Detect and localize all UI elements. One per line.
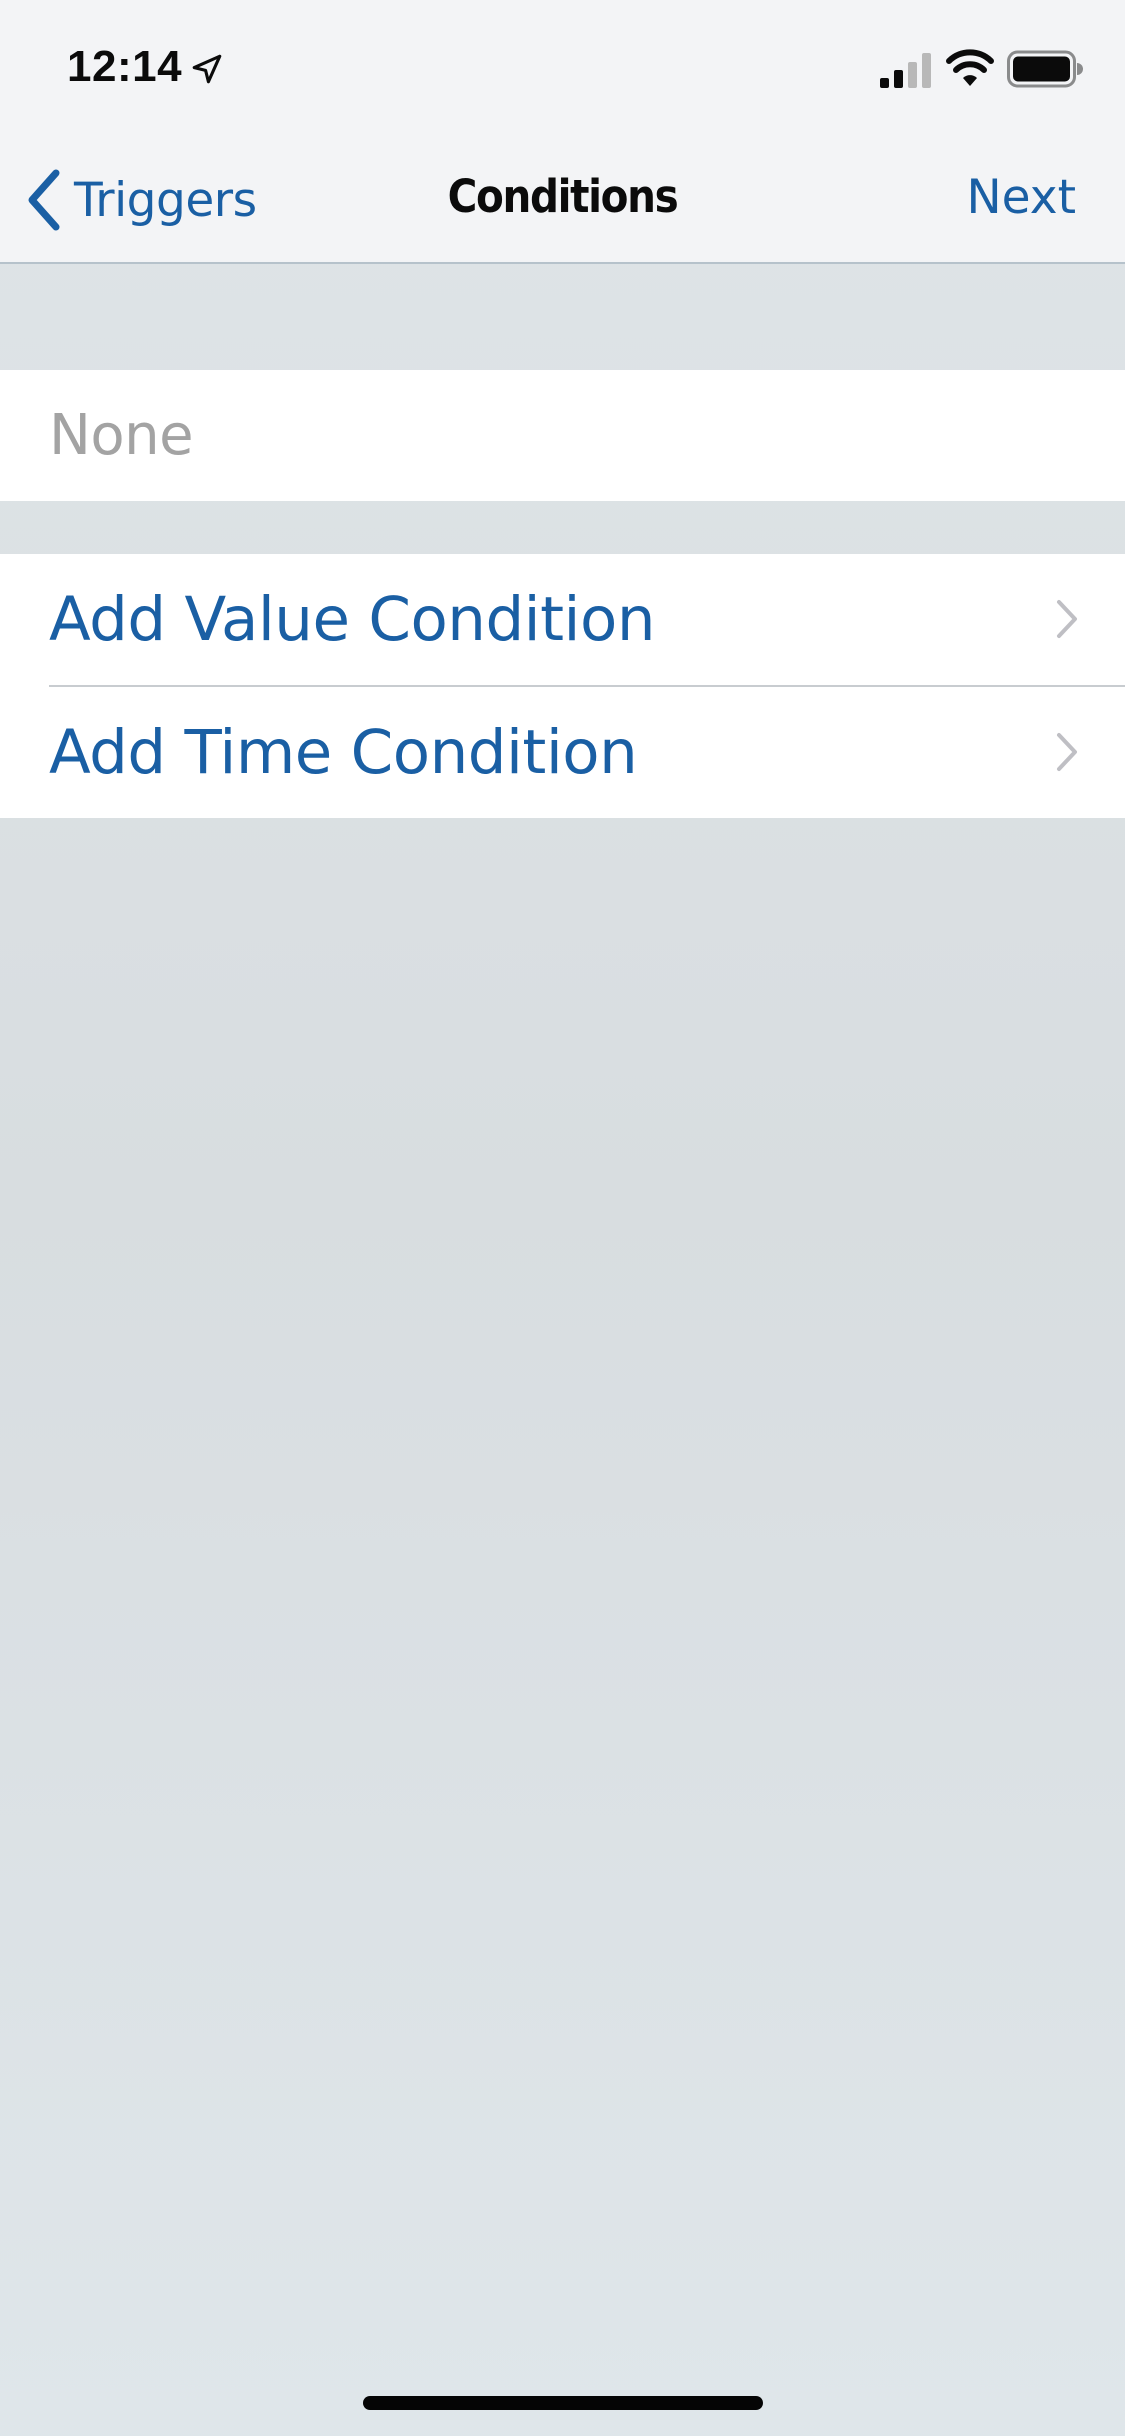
navigation-header: 12:14 Triggers Conditions Next bbox=[0, 0, 1125, 264]
battery-icon bbox=[1007, 50, 1083, 88]
empty-conditions-text: None bbox=[49, 403, 194, 468]
add-condition-list: Add Value Condition Add Time Condition bbox=[0, 554, 1125, 818]
add-time-condition-label: Add Time Condition bbox=[49, 717, 638, 788]
home-indicator[interactable] bbox=[363, 2396, 763, 2410]
back-button-label: Triggers bbox=[74, 172, 257, 228]
add-value-condition-label: Add Value Condition bbox=[49, 584, 655, 655]
next-button[interactable]: Next bbox=[967, 170, 1077, 225]
location-arrow-icon bbox=[192, 54, 222, 84]
chevron-right-icon bbox=[1057, 600, 1077, 638]
add-time-condition-row[interactable]: Add Time Condition bbox=[0, 687, 1125, 818]
conditions-list: None bbox=[0, 370, 1125, 501]
status-time: 12:14 bbox=[67, 42, 183, 91]
back-button[interactable]: Triggers bbox=[22, 165, 257, 235]
cellular-signal-icon bbox=[880, 53, 931, 88]
chevron-right-icon bbox=[1057, 733, 1077, 771]
chevron-left-icon bbox=[28, 169, 60, 231]
add-value-condition-row[interactable]: Add Value Condition bbox=[0, 554, 1125, 687]
wifi-icon bbox=[946, 49, 994, 86]
